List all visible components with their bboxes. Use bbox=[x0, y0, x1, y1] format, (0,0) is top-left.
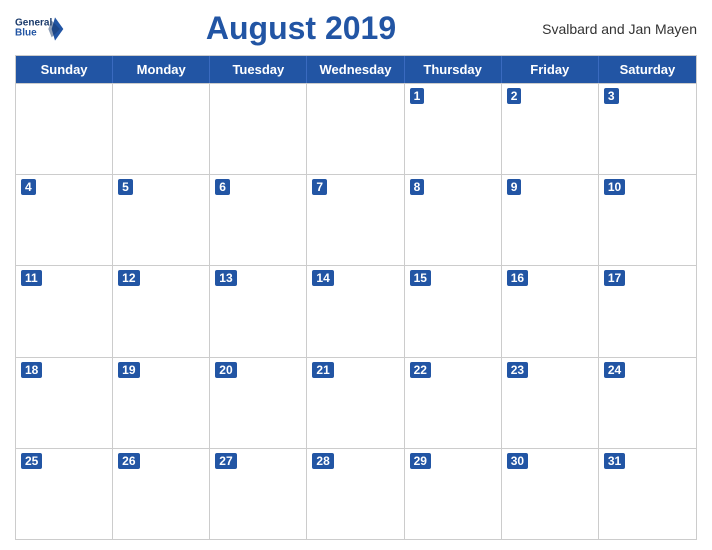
day-number: 6 bbox=[215, 179, 230, 195]
day-cell: 21 bbox=[307, 358, 404, 448]
day-number: 10 bbox=[604, 179, 625, 195]
week-row-0: 1 2 3 bbox=[16, 83, 696, 174]
day-cell: 26 bbox=[113, 449, 210, 539]
day-cell: 25 bbox=[16, 449, 113, 539]
day-number: 23 bbox=[507, 362, 528, 378]
day-cell: 20 bbox=[210, 358, 307, 448]
day-number: 8 bbox=[410, 179, 425, 195]
day-cell: 13 bbox=[210, 266, 307, 356]
calendar: SundayMondayTuesdayWednesdayThursdayFrid… bbox=[15, 55, 697, 540]
day-number: 15 bbox=[410, 270, 431, 286]
day-cell: 9 bbox=[502, 175, 599, 265]
day-cell: 8 bbox=[405, 175, 502, 265]
day-number: 1 bbox=[410, 88, 425, 104]
day-number: 28 bbox=[312, 453, 333, 469]
day-number: 31 bbox=[604, 453, 625, 469]
weeks-container: 1234567891011121314151617181920212223242… bbox=[16, 83, 696, 539]
day-cell: 28 bbox=[307, 449, 404, 539]
day-cell: 29 bbox=[405, 449, 502, 539]
location: Svalbard and Jan Mayen bbox=[537, 21, 697, 37]
day-number: 9 bbox=[507, 179, 522, 195]
day-cell: 16 bbox=[502, 266, 599, 356]
day-number: 4 bbox=[21, 179, 36, 195]
day-cell: 17 bbox=[599, 266, 696, 356]
day-cell: 7 bbox=[307, 175, 404, 265]
day-number: 16 bbox=[507, 270, 528, 286]
month-title: August 2019 bbox=[65, 10, 537, 47]
day-number: 21 bbox=[312, 362, 333, 378]
day-cell bbox=[307, 84, 404, 174]
day-number: 7 bbox=[312, 179, 327, 195]
day-cell: 18 bbox=[16, 358, 113, 448]
day-cell: 6 bbox=[210, 175, 307, 265]
day-cell: 3 bbox=[599, 84, 696, 174]
logo-svg: General Blue bbox=[15, 14, 65, 44]
week-row-4: 25 26 27 28 29 30 31 bbox=[16, 448, 696, 539]
week-row-1: 4 5 6 7 8 9 10 bbox=[16, 174, 696, 265]
day-header-thursday: Thursday bbox=[405, 56, 502, 83]
day-number: 13 bbox=[215, 270, 236, 286]
day-number: 26 bbox=[118, 453, 139, 469]
day-cell: 4 bbox=[16, 175, 113, 265]
day-cell bbox=[113, 84, 210, 174]
day-number: 29 bbox=[410, 453, 431, 469]
day-cell: 5 bbox=[113, 175, 210, 265]
day-number: 25 bbox=[21, 453, 42, 469]
day-header-friday: Friday bbox=[502, 56, 599, 83]
day-number: 30 bbox=[507, 453, 528, 469]
logo: General Blue bbox=[15, 14, 65, 44]
day-cell: 15 bbox=[405, 266, 502, 356]
day-number: 18 bbox=[21, 362, 42, 378]
day-cell bbox=[210, 84, 307, 174]
day-cell: 12 bbox=[113, 266, 210, 356]
day-number: 22 bbox=[410, 362, 431, 378]
day-header-sunday: Sunday bbox=[16, 56, 113, 83]
day-number: 14 bbox=[312, 270, 333, 286]
svg-text:Blue: Blue bbox=[15, 27, 37, 38]
day-number: 2 bbox=[507, 88, 522, 104]
day-number: 24 bbox=[604, 362, 625, 378]
day-number: 20 bbox=[215, 362, 236, 378]
day-cell: 31 bbox=[599, 449, 696, 539]
day-cell: 22 bbox=[405, 358, 502, 448]
day-number: 27 bbox=[215, 453, 236, 469]
day-cell: 1 bbox=[405, 84, 502, 174]
day-cell: 30 bbox=[502, 449, 599, 539]
day-header-wednesday: Wednesday bbox=[307, 56, 404, 83]
day-number: 17 bbox=[604, 270, 625, 286]
day-header-tuesday: Tuesday bbox=[210, 56, 307, 83]
day-cell: 19 bbox=[113, 358, 210, 448]
header: General Blue August 2019 Svalbard and Ja… bbox=[15, 10, 697, 47]
day-number: 19 bbox=[118, 362, 139, 378]
day-cell: 23 bbox=[502, 358, 599, 448]
day-cell: 27 bbox=[210, 449, 307, 539]
day-header-monday: Monday bbox=[113, 56, 210, 83]
day-cell: 24 bbox=[599, 358, 696, 448]
title-section: August 2019 bbox=[65, 10, 537, 47]
day-cell: 2 bbox=[502, 84, 599, 174]
week-row-3: 18 19 20 21 22 23 24 bbox=[16, 357, 696, 448]
day-number: 5 bbox=[118, 179, 133, 195]
day-number: 12 bbox=[118, 270, 139, 286]
calendar-page: General Blue August 2019 Svalbard and Ja… bbox=[0, 0, 712, 550]
day-cell bbox=[16, 84, 113, 174]
week-row-2: 11 12 13 14 15 16 17 bbox=[16, 265, 696, 356]
day-headers-row: SundayMondayTuesdayWednesdayThursdayFrid… bbox=[16, 56, 696, 83]
day-cell: 10 bbox=[599, 175, 696, 265]
day-cell: 14 bbox=[307, 266, 404, 356]
day-number: 3 bbox=[604, 88, 619, 104]
day-cell: 11 bbox=[16, 266, 113, 356]
day-number: 11 bbox=[21, 270, 42, 286]
day-header-saturday: Saturday bbox=[599, 56, 696, 83]
